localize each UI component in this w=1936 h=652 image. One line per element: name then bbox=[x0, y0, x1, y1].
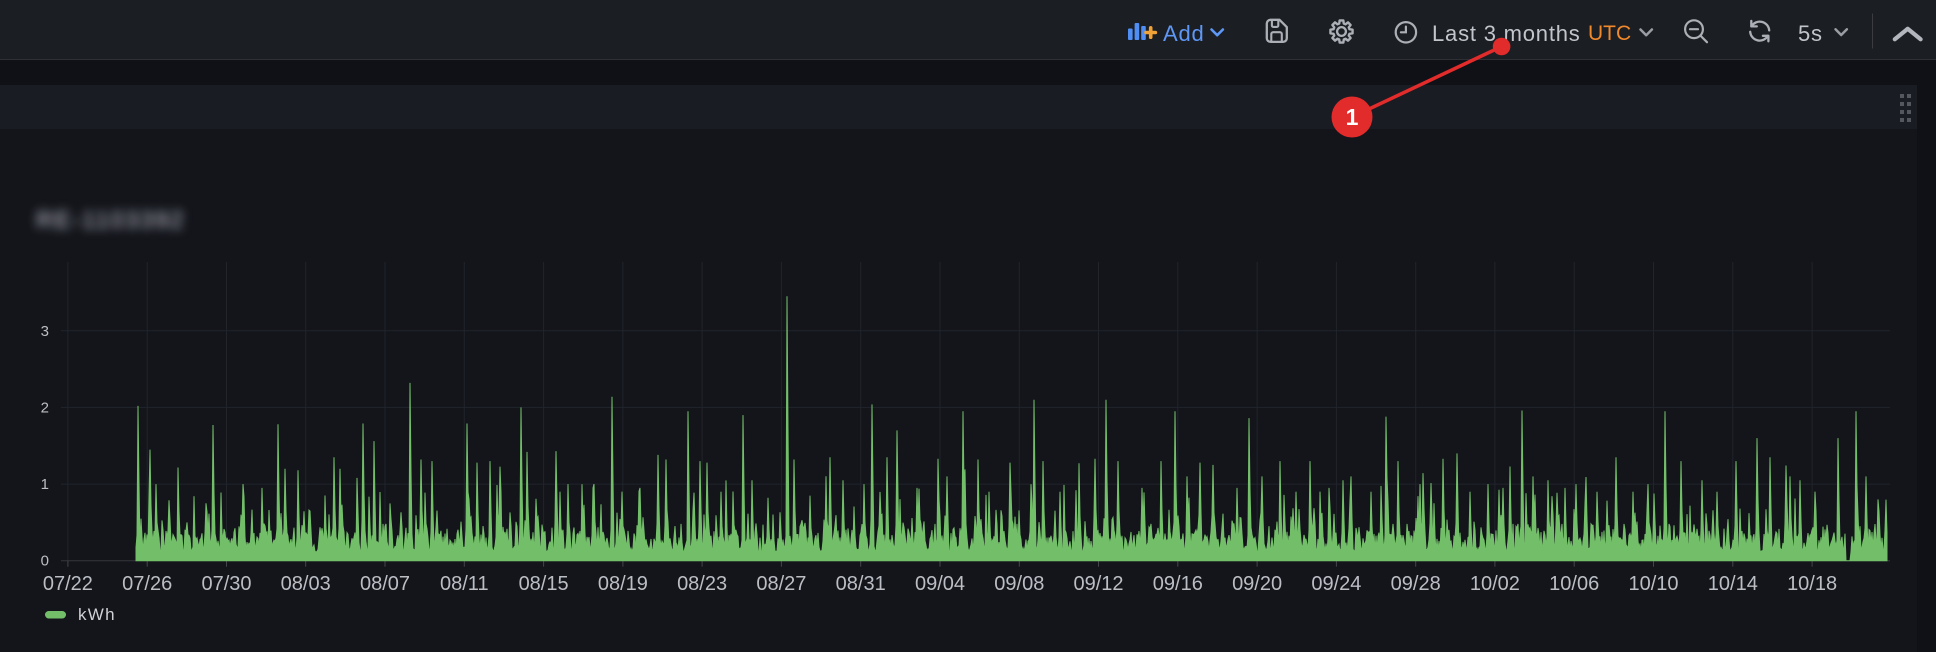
svg-text:1: 1 bbox=[1346, 104, 1359, 130]
